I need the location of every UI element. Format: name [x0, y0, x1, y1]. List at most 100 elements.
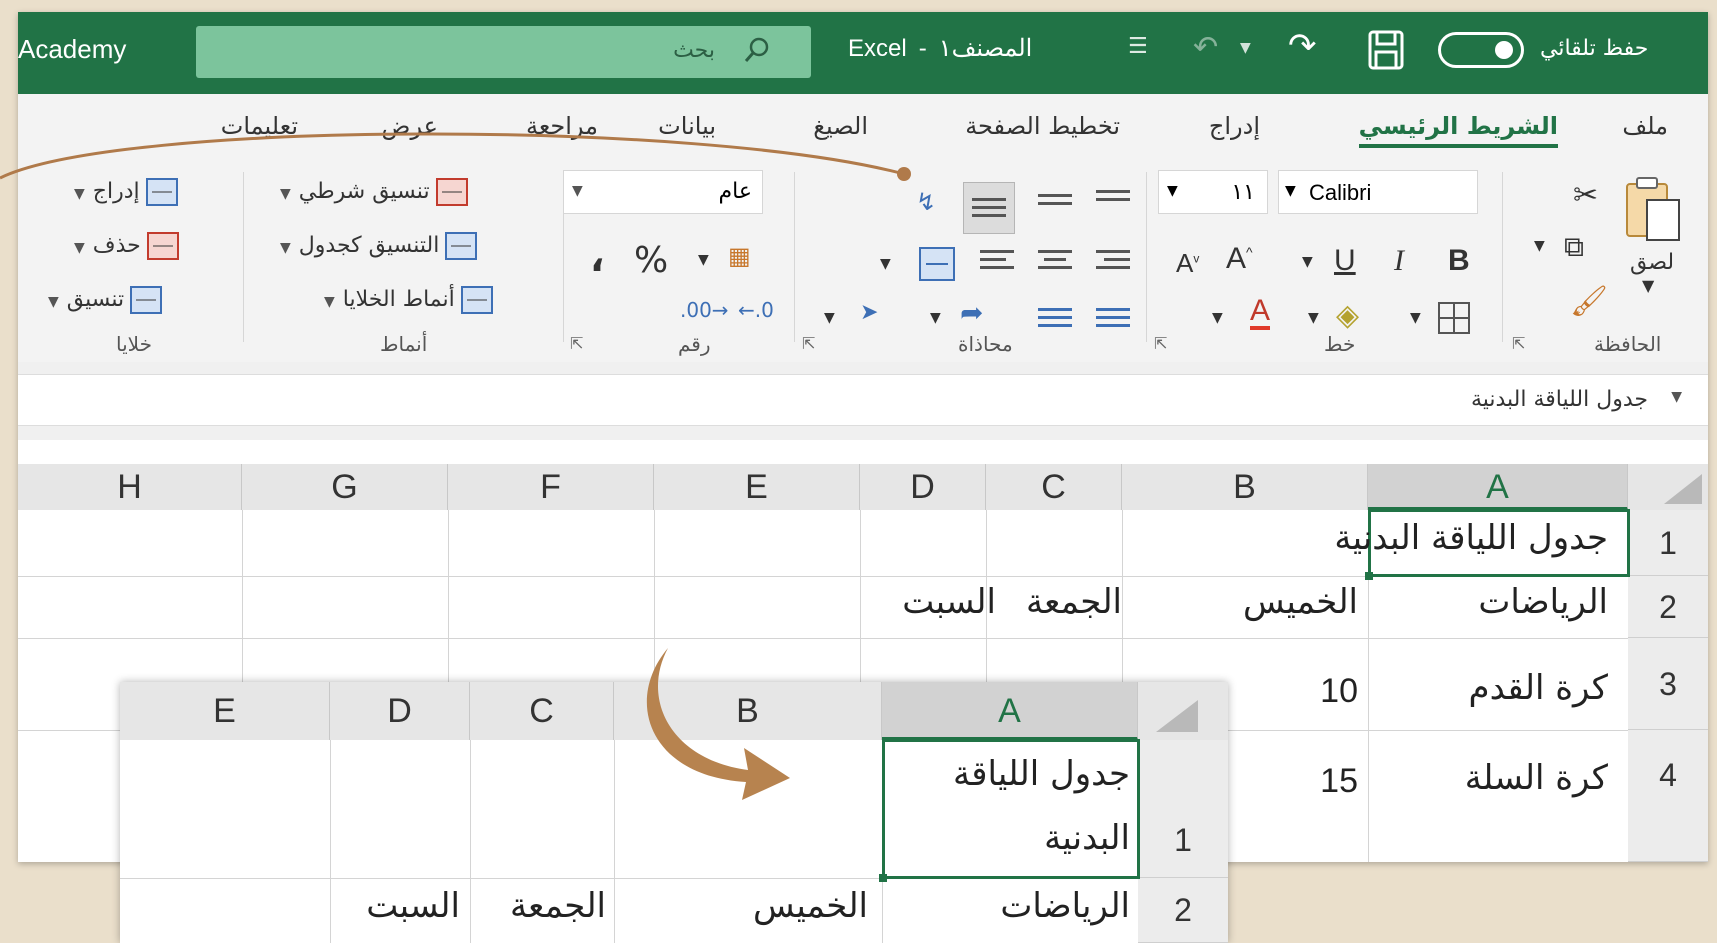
column-header-a[interactable]: A	[1368, 464, 1628, 510]
formula-bar[interactable]: ▼ جدول اللياقة البدنية	[18, 374, 1708, 426]
cell-a3[interactable]: كرة القدم	[1469, 668, 1608, 708]
align-middle-icon[interactable]	[1038, 194, 1072, 222]
format-as-table-button[interactable]: التنسيق كجدول ▼	[280, 232, 478, 260]
decrease-indent-icon[interactable]	[1038, 308, 1072, 336]
cell-b2[interactable]: الخميس	[1243, 582, 1358, 622]
tab-formulas[interactable]: الصيغ	[813, 112, 868, 140]
row-header-3[interactable]: 3	[1628, 638, 1708, 730]
search-input[interactable]: بحث	[196, 26, 811, 78]
accounting-format-icon[interactable]: ▦	[728, 242, 751, 270]
column-header-d[interactable]: D	[330, 682, 470, 740]
cell-b2[interactable]: الخميس	[753, 886, 868, 926]
tab-data[interactable]: بيانات	[658, 112, 716, 140]
copy-dropdown-icon[interactable]: ▼	[1534, 238, 1545, 254]
italic-button[interactable]: I	[1394, 244, 1404, 278]
save-icon[interactable]	[1368, 30, 1404, 70]
redo-icon[interactable]: ↷	[1288, 26, 1317, 66]
column-header-b[interactable]: B	[1122, 464, 1368, 510]
merge-center-icon[interactable]	[918, 246, 956, 282]
undo-icon[interactable]: ↶	[1193, 30, 1218, 65]
column-header-c[interactable]: C	[986, 464, 1122, 510]
tab-home[interactable]: الشريط الرئيسي	[1358, 112, 1559, 148]
select-all-corner[interactable]	[1138, 682, 1228, 740]
fill-color-icon[interactable]: ◈	[1336, 298, 1359, 333]
cell-b3[interactable]: 10	[1320, 672, 1358, 711]
underline-button[interactable]: U	[1334, 244, 1356, 278]
text-direction-icon[interactable]: ➤	[860, 300, 878, 325]
cut-icon[interactable]: ✂	[1573, 178, 1598, 213]
font-name-select[interactable]: ▼ Calibri	[1278, 170, 1478, 214]
underline-dropdown-icon[interactable]: ▼	[1302, 254, 1313, 270]
format-cells-button[interactable]: تنسيق ▼	[48, 286, 163, 314]
decrease-decimal-icon[interactable]: .00→	[680, 298, 729, 322]
cell-a2[interactable]: الرياضات	[1000, 886, 1130, 926]
borders-dropdown-icon[interactable]: ▼	[1410, 310, 1421, 326]
merge-dropdown-icon[interactable]: ▼	[880, 256, 891, 272]
text-direction-dropdown-icon[interactable]: ▼	[824, 310, 835, 326]
column-header-g[interactable]: G	[242, 464, 448, 510]
align-center-icon[interactable]	[1038, 250, 1072, 278]
font-color-dropdown-icon[interactable]: ▼	[1212, 310, 1223, 326]
cell-c2[interactable]: الجمعة	[510, 886, 606, 926]
font-color-icon[interactable]: A	[1250, 296, 1271, 330]
tab-file[interactable]: ملف	[1622, 112, 1668, 140]
cell-a4[interactable]: كرة السلة	[1465, 758, 1608, 798]
tab-review[interactable]: مراجعة	[526, 112, 598, 140]
customize-qat-icon[interactable]: ☰	[1128, 34, 1148, 59]
number-format-select[interactable]: ▼ عام	[563, 170, 763, 214]
paste-label[interactable]: لصق	[1630, 250, 1674, 275]
column-header-h[interactable]: H	[18, 464, 242, 510]
increase-indent-icon[interactable]	[1096, 308, 1130, 336]
accounting-dropdown-icon[interactable]: ▼	[698, 252, 709, 268]
bold-button[interactable]: B	[1448, 244, 1470, 278]
clipboard-launcher-icon[interactable]: ⇱	[1512, 334, 1525, 353]
row-header-1[interactable]: 1	[1628, 510, 1708, 576]
row-header-2[interactable]: 2	[1138, 878, 1228, 943]
insert-cells-button[interactable]: إدراج ▼	[74, 178, 178, 206]
copy-icon[interactable]: ⧉	[1564, 230, 1584, 264]
cell-a2[interactable]: الرياضات	[1478, 582, 1608, 622]
tab-view[interactable]: عرض	[381, 112, 438, 140]
alignment-launcher-icon[interactable]: ⇱	[802, 334, 815, 353]
font-size-select[interactable]: ▼ ١١	[1158, 170, 1268, 214]
cell-d2[interactable]: السبت	[366, 886, 460, 926]
cell-a1-line1[interactable]: جدول اللياقة	[953, 754, 1130, 794]
format-painter-icon[interactable]: 🖌	[1570, 284, 1608, 319]
select-all-corner[interactable]	[1628, 464, 1708, 510]
expand-formula-bar-icon[interactable]: ▼	[1671, 389, 1682, 405]
cell-styles-button[interactable]: أنماط الخلايا ▼	[324, 286, 493, 314]
column-header-b[interactable]: B	[614, 682, 882, 740]
tab-help[interactable]: تعليمات	[221, 112, 298, 140]
tab-page-layout[interactable]: تخطيط الصفحة	[965, 112, 1120, 140]
comma-style-icon[interactable]: ،	[590, 236, 604, 280]
cell-a1[interactable]: جدول اللياقة البدنية	[1334, 518, 1608, 558]
column-header-a[interactable]: A	[882, 682, 1138, 740]
undo-dropdown-icon[interactable]: ▼	[1240, 40, 1251, 56]
row-header-1[interactable]: 1	[1138, 740, 1228, 878]
percent-icon[interactable]: %	[634, 240, 668, 281]
column-header-d[interactable]: D	[860, 464, 986, 510]
column-header-e[interactable]: E	[120, 682, 330, 740]
number-launcher-icon[interactable]: ⇱	[570, 334, 583, 353]
tab-insert[interactable]: إدراج	[1209, 112, 1260, 140]
column-header-c[interactable]: C	[470, 682, 614, 740]
borders-icon[interactable]	[1436, 300, 1472, 336]
increase-decimal-icon[interactable]: ←.0	[738, 298, 774, 322]
column-header-f[interactable]: F	[448, 464, 654, 510]
delete-cells-button[interactable]: حذف ▼	[74, 232, 179, 260]
row-header-2[interactable]: 2	[1628, 576, 1708, 638]
cell-b4[interactable]: 15	[1320, 762, 1358, 801]
decrease-font-icon[interactable]: Av	[1176, 248, 1199, 279]
align-bottom-icon[interactable]	[972, 198, 1006, 226]
paste-dropdown-icon[interactable]: ▼	[1642, 276, 1654, 295]
font-launcher-icon[interactable]: ⇱	[1154, 334, 1167, 353]
paste-icon[interactable]	[1623, 174, 1683, 244]
cell-a1-line2[interactable]: البدنية	[1044, 818, 1130, 858]
increase-font-icon[interactable]: A^	[1226, 242, 1253, 276]
cell-c2[interactable]: الجمعة	[1026, 582, 1122, 622]
conditional-formatting-button[interactable]: تنسيق شرطي ▼	[280, 178, 468, 206]
orientation-icon[interactable]: ↯	[916, 188, 936, 216]
wrap-text-icon[interactable]: ➦	[960, 296, 983, 329]
align-right-icon[interactable]	[1096, 250, 1130, 278]
row-header-4[interactable]: 4	[1628, 730, 1708, 862]
